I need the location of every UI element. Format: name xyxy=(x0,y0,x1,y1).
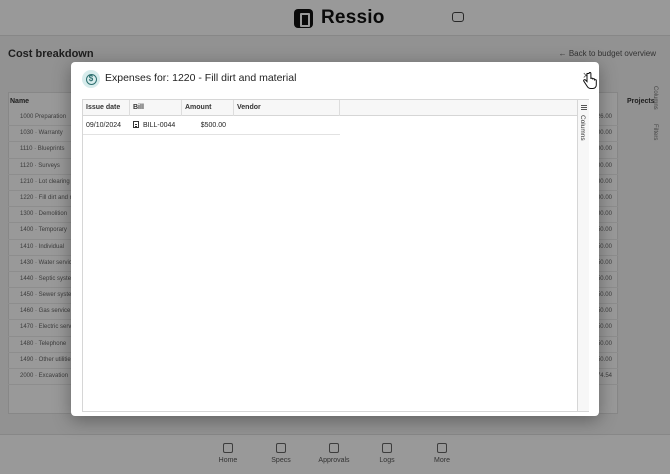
columns-panel-label: Columns xyxy=(579,115,586,141)
expenses-grid: Issue date Bill Amount Vendor 09/10/2024… xyxy=(82,99,589,412)
columns-icon xyxy=(581,105,587,110)
cell-bill[interactable]: BILL-0044 xyxy=(130,117,182,135)
cell-amount: $500.00 xyxy=(200,122,226,129)
hand-cursor-icon xyxy=(583,72,597,89)
modal-header: $ Expenses for: 1220 - Fill dirt and mat… xyxy=(71,62,599,94)
dollar-circle-icon: $ xyxy=(82,70,100,88)
cell-vendor xyxy=(234,117,340,135)
bill-document-icon xyxy=(133,121,139,128)
cell-issue-date: 09/10/2024 xyxy=(86,122,122,129)
table-row[interactable]: 09/10/2024 BILL-0044 $500.00 xyxy=(83,117,340,135)
modal-title: Expenses for: 1220 - Fill dirt and mater… xyxy=(105,72,297,84)
bill-number: BILL-0044 xyxy=(143,122,176,129)
expenses-modal: $ Expenses for: 1220 - Fill dirt and mat… xyxy=(71,62,599,416)
columns-side-panel[interactable]: Columns xyxy=(577,100,589,411)
column-header-vendor[interactable]: Vendor xyxy=(234,100,340,116)
grid-header: Issue date Bill Amount Vendor xyxy=(83,100,577,116)
column-header-bill[interactable]: Bill xyxy=(130,100,182,116)
column-header-issue-date[interactable]: Issue date xyxy=(83,100,130,116)
column-header-amount[interactable]: Amount xyxy=(182,100,234,116)
